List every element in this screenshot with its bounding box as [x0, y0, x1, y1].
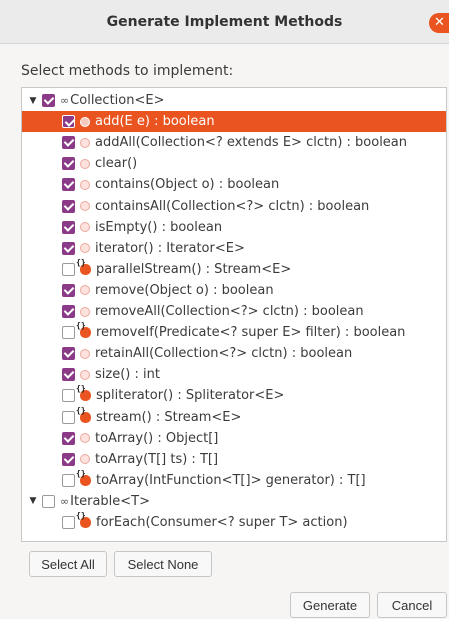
interface-icon: ∞: [60, 94, 69, 107]
tree-item-label: parallelStream() : Stream<E>: [96, 261, 292, 277]
tree-method-row[interactable]: stream() : Stream<E>: [22, 406, 446, 428]
default-method-icon: [76, 384, 91, 402]
tree-method-row[interactable]: addAll(Collection<? extends E> clctn) : …: [22, 132, 446, 153]
tree-item-label: contains(Object o) : boolean: [95, 177, 280, 193]
tree-item-label: retainAll(Collection<?> clctn) : boolean: [95, 346, 353, 362]
checkbox-checked[interactable]: [62, 283, 75, 297]
default-method-icon: [76, 406, 91, 423]
tree-method-row[interactable]: removeAll(Collection<?> clctn) : boolean: [22, 301, 446, 322]
checkbox-checked[interactable]: [62, 136, 75, 150]
checkbox-checked[interactable]: [62, 305, 75, 318]
tree-item-label: toArray(T[] ts) : T[]: [95, 451, 219, 467]
abstract-method-icon: [80, 222, 90, 233]
tree-method-row[interactable]: size() : int: [22, 364, 446, 385]
checkbox-checked[interactable]: [62, 241, 75, 255]
tree-method-row[interactable]: contains(Object o) : boolean: [22, 174, 446, 195]
tree-item-label: removeIf(Predicate<? super E> filter) : …: [96, 325, 406, 341]
tree-method-row[interactable]: spliterator() : Spliterator<E>: [22, 384, 446, 406]
checkbox-checked[interactable]: [62, 220, 75, 234]
checkbox-checked[interactable]: [62, 199, 75, 213]
tree-item-label: spliterator() : Spliterator<E>: [96, 388, 285, 404]
method-tree[interactable]: ▼ ∞ Collection<E> add(E e) : boolean addAll(…: [21, 87, 447, 542]
default-method-icon: [76, 469, 91, 486]
checkbox-unchecked[interactable]: [62, 262, 75, 276]
cancel-button[interactable]: Cancel: [377, 592, 447, 618]
tree-method-row[interactable]: forEach(Consumer<? super T> action): [22, 511, 446, 533]
close-icon[interactable]: ✕: [429, 13, 449, 33]
checkbox-unchecked[interactable]: [42, 494, 55, 508]
checkbox-checked[interactable]: [62, 431, 75, 445]
tree-item-label: toArray() : Object[]: [95, 430, 219, 446]
checkbox-unchecked[interactable]: [62, 389, 75, 403]
expand-arrow-icon[interactable]: ▼: [28, 496, 38, 506]
tree-item-label: removeAll(Collection<?> clctn) : boolean: [95, 304, 364, 319]
tree-method-row[interactable]: parallelStream() : Stream<E>: [22, 258, 446, 280]
abstract-method-icon: [80, 454, 90, 465]
checkbox-checked[interactable]: [62, 157, 75, 171]
checkbox-checked[interactable]: [62, 115, 75, 129]
abstract-method-icon: [80, 348, 90, 359]
tree-method-row[interactable]: toArray(IntFunction<T[]> generator) : T[…: [22, 469, 446, 491]
abstract-method-icon: [80, 306, 90, 317]
tree-item-label: forEach(Consumer<? super T> action): [96, 515, 348, 530]
tree-item-label: iterator() : Iterator<E>: [95, 240, 245, 256]
tree-item-label: size() : int: [95, 367, 160, 383]
generate-button[interactable]: Generate: [290, 592, 370, 618]
tree-item-label: addAll(Collection<? extends E> clctn) : …: [95, 135, 408, 151]
abstract-method-icon: [80, 433, 90, 444]
abstract-method-icon: [80, 369, 90, 380]
dialog-titlebar: Generate Implement Methods ✕: [0, 0, 449, 44]
checkbox-checked[interactable]: [62, 368, 75, 382]
tree-item-label: stream() : Stream<E>: [96, 409, 242, 425]
abstract-method-icon: [80, 201, 90, 211]
tree-item-label: add(E e) : boolean: [95, 114, 215, 130]
tree-item-label: clear(): [95, 156, 138, 172]
tree-method-row[interactable]: removeIf(Predicate<? super E> filter) : …: [22, 321, 446, 343]
tree-item-label: containsAll(Collection<?> clctn) : boole…: [95, 198, 370, 214]
checkbox-unchecked[interactable]: [62, 410, 75, 424]
select-all-button[interactable]: Select All: [29, 551, 107, 577]
checkbox-unchecked[interactable]: [62, 326, 75, 340]
tree-method-row[interactable]: toArray() : Object[]: [22, 428, 446, 449]
tree-item-label: isEmpty() : boolean: [95, 219, 223, 235]
tree-method-row[interactable]: iterator() : Iterator<E>: [22, 238, 446, 259]
select-none-button[interactable]: Select None: [114, 551, 212, 577]
dialog-title: Generate Implement Methods: [106, 13, 343, 30]
instruction-label: Select methods to implement:: [21, 63, 234, 79]
tree-group-row[interactable]: ▼ ∞ Collection<E>: [22, 90, 446, 111]
tree-item-label: toArray(IntFunction<T[]> generator) : T[…: [96, 472, 366, 488]
abstract-method-icon: [80, 285, 90, 296]
checkbox-checked[interactable]: [62, 452, 75, 466]
abstract-method-icon: [80, 179, 90, 190]
checkbox-checked[interactable]: [62, 347, 75, 361]
default-method-icon: [76, 321, 91, 339]
tree-method-row[interactable]: containsAll(Collection<?> clctn) : boole…: [22, 196, 446, 217]
abstract-method-icon: [80, 243, 90, 254]
default-method-icon: [76, 258, 91, 275]
abstract-method-icon: [80, 137, 90, 148]
tree-item-label: remove(Object o) : boolean: [95, 282, 274, 298]
tree-method-row[interactable]: add(E e) : boolean: [22, 111, 446, 133]
interface-icon: ∞: [60, 494, 69, 508]
tree-method-row[interactable]: isEmpty() : boolean: [22, 217, 446, 238]
abstract-method-icon: [80, 116, 90, 127]
checkbox-checked[interactable]: [42, 94, 55, 107]
default-method-icon: [76, 511, 91, 528]
expand-arrow-icon[interactable]: ▼: [28, 96, 38, 106]
tree-group-row[interactable]: ▼ ∞ Iterable<T>: [22, 491, 446, 512]
tree-item-label: Collection<E>: [70, 93, 165, 108]
checkbox-checked[interactable]: [62, 178, 75, 192]
tree-method-row[interactable]: remove(Object o) : boolean: [22, 280, 446, 301]
tree-item-label: Iterable<T>: [70, 493, 150, 509]
tree-method-row[interactable]: toArray(T[] ts) : T[]: [22, 449, 446, 470]
tree-method-row[interactable]: retainAll(Collection<?> clctn) : boolean: [22, 343, 446, 364]
abstract-method-icon: [80, 158, 90, 169]
checkbox-unchecked[interactable]: [62, 473, 75, 487]
tree-method-row[interactable]: clear(): [22, 153, 446, 174]
checkbox-unchecked[interactable]: [62, 516, 75, 529]
